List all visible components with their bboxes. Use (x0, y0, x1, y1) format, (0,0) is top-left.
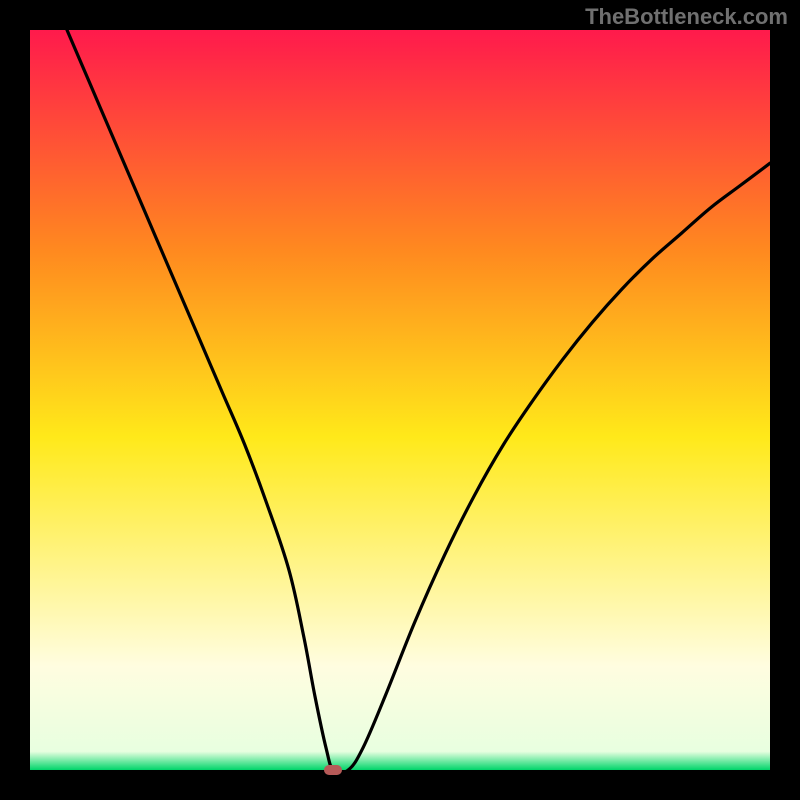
chart-svg (30, 30, 770, 770)
watermark-text: TheBottleneck.com (585, 4, 788, 30)
chart-frame: TheBottleneck.com (0, 0, 800, 800)
chart-plot (30, 30, 770, 770)
bottleneck-marker (324, 765, 342, 775)
